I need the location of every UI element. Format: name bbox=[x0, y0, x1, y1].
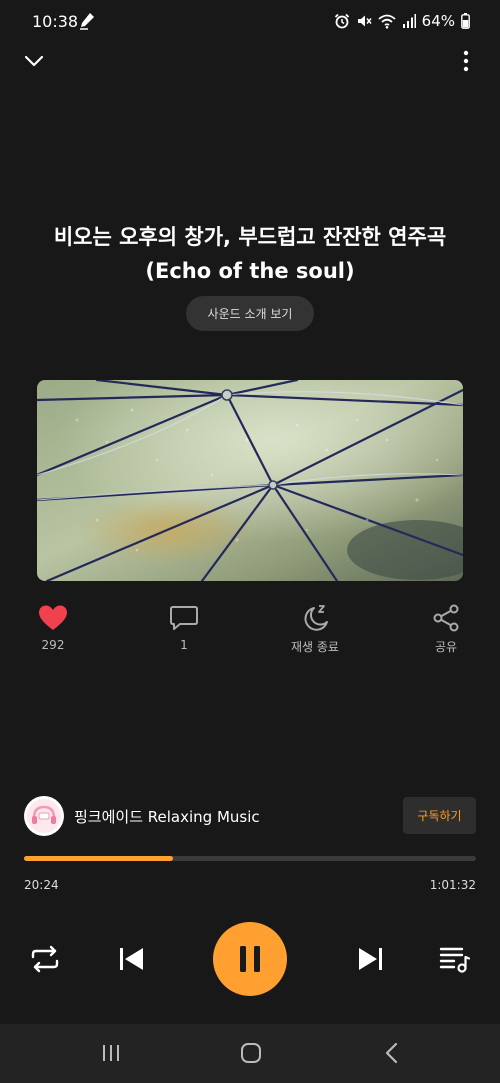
subscribe-button[interactable]: 구독하기 bbox=[403, 797, 476, 834]
progress-bar[interactable] bbox=[24, 856, 476, 861]
total-time: 1:01:32 bbox=[429, 878, 476, 892]
headphones-icon bbox=[27, 799, 61, 833]
channel-row: 핑크에이드 Relaxing Music 구독하기 bbox=[24, 796, 476, 836]
channel-name[interactable]: 핑크에이드 Relaxing Music bbox=[74, 806, 260, 827]
playlist-button[interactable] bbox=[438, 944, 472, 974]
share-button[interactable]: 공유 bbox=[396, 604, 496, 655]
channel-avatar[interactable] bbox=[24, 796, 64, 836]
sleep-timer-label: 재생 종료 bbox=[291, 640, 339, 654]
pause-icon bbox=[240, 946, 260, 972]
mute-icon bbox=[356, 13, 372, 29]
previous-button[interactable] bbox=[114, 944, 148, 974]
pause-button[interactable] bbox=[213, 922, 287, 996]
battery-text: 64% bbox=[421, 12, 455, 30]
back-icon[interactable] bbox=[381, 1042, 403, 1068]
track-title: 비오는 오후의 창가, 부드럽고 잔잔한 연주곡 (Echo of the so… bbox=[53, 225, 447, 283]
like-count: 292 bbox=[41, 638, 65, 652]
sleep-timer-button[interactable]: 재생 종료 bbox=[265, 604, 365, 655]
wifi-icon bbox=[378, 14, 396, 29]
heart-icon bbox=[39, 605, 67, 630]
system-nav-bar bbox=[0, 1024, 500, 1083]
more-vertical-icon[interactable] bbox=[454, 48, 478, 74]
home-icon[interactable] bbox=[240, 1043, 262, 1067]
skip-next-icon bbox=[359, 948, 382, 970]
comment-count: 1 bbox=[180, 638, 188, 652]
status-bar: 10:38 64% bbox=[0, 0, 500, 44]
moon-icon bbox=[304, 605, 328, 631]
status-time: 10:38 bbox=[32, 12, 79, 31]
share-icon bbox=[433, 604, 459, 632]
comment-icon bbox=[170, 606, 198, 630]
recent-apps-icon[interactable] bbox=[100, 1043, 122, 1067]
repeat-icon bbox=[31, 945, 59, 973]
progress-fill bbox=[24, 856, 174, 861]
like-button[interactable]: 292 bbox=[3, 604, 103, 652]
playlist-icon bbox=[439, 947, 471, 973]
battery-icon bbox=[461, 13, 470, 29]
next-button[interactable] bbox=[354, 944, 388, 974]
skip-previous-icon bbox=[120, 948, 143, 970]
repeat-button[interactable] bbox=[28, 944, 62, 974]
status-icons: 64% bbox=[334, 12, 470, 30]
cover-image bbox=[37, 380, 463, 581]
share-label: 공유 bbox=[434, 640, 458, 654]
alarm-icon bbox=[334, 13, 350, 29]
chevron-down-icon[interactable] bbox=[22, 50, 46, 72]
edit-icon bbox=[79, 12, 95, 30]
signal-icon bbox=[402, 14, 416, 28]
comment-button[interactable]: 1 bbox=[134, 604, 234, 652]
elapsed-time: 20:24 bbox=[24, 878, 59, 892]
sound-intro-button[interactable]: 사운드 소개 보기 bbox=[186, 296, 314, 331]
